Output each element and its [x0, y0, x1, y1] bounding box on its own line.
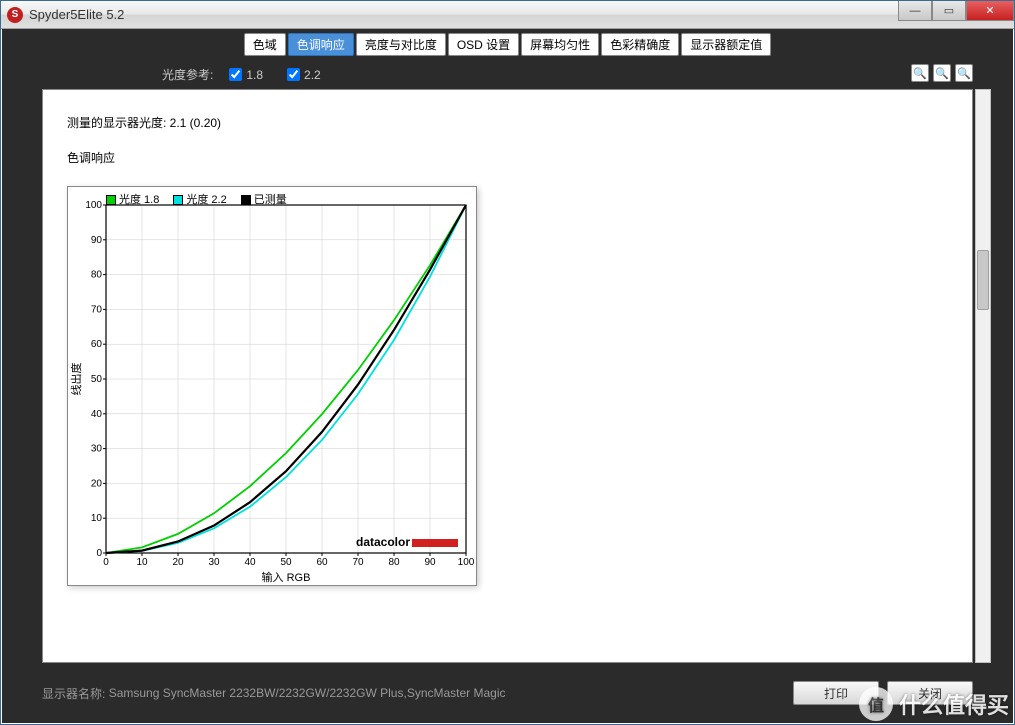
monitor-label: 显示器名称:	[42, 685, 105, 702]
tab-row: 色域色调响应亮度与对比度OSD 设置屏幕均匀性色彩精确度显示器额定值	[2, 29, 1013, 62]
svg-text:50: 50	[91, 374, 103, 385]
chart-panel: 测量的显示器光度: 2.1 (0.20) 色调响应 光度 1.8 光度 2.2 …	[42, 89, 973, 663]
svg-text:50: 50	[280, 557, 292, 568]
chart-legend: 光度 1.8 光度 2.2 已测量	[106, 191, 287, 207]
gamma-ref-label: 光度参考:	[162, 66, 213, 83]
svg-text:10: 10	[91, 513, 103, 524]
legend-measured: 已测量	[254, 194, 287, 206]
legend-g18: 光度 1.8	[119, 194, 159, 206]
watermark-text: 什么值得买	[899, 688, 1009, 720]
tab-0[interactable]: 色域	[244, 33, 286, 56]
svg-text:100: 100	[458, 557, 475, 568]
tab-1[interactable]: 色调响应	[288, 33, 354, 56]
svg-text:40: 40	[91, 409, 103, 420]
svg-text:30: 30	[208, 557, 220, 568]
tab-6[interactable]: 显示器额定值	[681, 33, 771, 56]
minimize-button[interactable]: —	[898, 1, 932, 21]
gamma-controls: 光度参考: 1.8 2.2 🔍 🔍 🔍	[2, 62, 1013, 91]
gamma-18-label: 1.8	[246, 68, 263, 82]
zoom-out-icon[interactable]: 🔍	[933, 64, 951, 82]
watermark: 值 什么值得买	[859, 687, 1009, 721]
legend-swatch-black	[241, 195, 251, 205]
svg-text:90: 90	[424, 557, 436, 568]
monitor-name: Samsung SyncMaster 2232BW/2232GW/2232GW …	[109, 686, 506, 700]
close-button[interactable]: ✕	[966, 1, 1014, 21]
scrollbar-thumb[interactable]	[977, 250, 989, 310]
vertical-scrollbar[interactable]	[975, 89, 991, 663]
svg-text:20: 20	[91, 478, 103, 489]
svg-text:输入 RGB: 输入 RGB	[262, 570, 311, 584]
svg-text:70: 70	[352, 557, 364, 568]
titlebar[interactable]: S Spyder5Elite 5.2 — ▭ ✕	[1, 1, 1014, 29]
maximize-button[interactable]: ▭	[932, 1, 966, 21]
svg-text:20: 20	[172, 557, 184, 568]
tab-3[interactable]: OSD 设置	[448, 33, 519, 56]
watermark-icon: 值	[859, 687, 893, 721]
tab-2[interactable]: 亮度与对比度	[356, 33, 446, 56]
svg-text:70: 70	[91, 304, 103, 315]
legend-g22: 光度 2.2	[186, 194, 226, 206]
content-area: 色域色调响应亮度与对比度OSD 设置屏幕均匀性色彩精确度显示器额定值 光度参考:…	[2, 29, 1013, 723]
zoom-fit-icon[interactable]: 🔍	[955, 64, 973, 82]
datacolor-brand: datacolor	[356, 535, 458, 549]
svg-text:60: 60	[91, 339, 103, 350]
legend-swatch-cyan	[173, 195, 183, 205]
svg-text:80: 80	[91, 270, 103, 281]
svg-text:0: 0	[96, 548, 102, 559]
svg-text:40: 40	[244, 557, 256, 568]
window-title: Spyder5Elite 5.2	[29, 7, 124, 22]
svg-text:线出度: 线出度	[69, 363, 83, 396]
svg-text:100: 100	[85, 200, 102, 211]
tone-response-chart: 0 10 20 30 40 50 60 70 80 90 100 0 10 20 30 40 50 60 70 80 9…	[68, 187, 478, 587]
svg-text:90: 90	[91, 235, 103, 246]
svg-text:0: 0	[103, 557, 109, 568]
chart-container: 光度 1.8 光度 2.2 已测量 0102030405060708090100…	[67, 186, 477, 586]
zoom-in-icon[interactable]: 🔍	[911, 64, 929, 82]
gamma-22-checkbox[interactable]	[287, 68, 300, 81]
tab-4[interactable]: 屏幕均匀性	[521, 33, 599, 56]
svg-text:10: 10	[136, 557, 148, 568]
chart-subtitle: 色调响应	[67, 149, 948, 166]
app-icon: S	[7, 7, 23, 23]
gamma-18-checkbox[interactable]	[229, 68, 242, 81]
footer-row: 显示器名称: Samsung SyncMaster 2232BW/2232GW/…	[42, 681, 973, 705]
window-frame: S Spyder5Elite 5.2 — ▭ ✕ 色域色调响应亮度与对比度OSD…	[0, 0, 1015, 725]
svg-text:60: 60	[316, 557, 328, 568]
svg-text:30: 30	[91, 444, 103, 455]
measured-gamma-text: 测量的显示器光度: 2.1 (0.20)	[67, 114, 948, 131]
gamma-22-label: 2.2	[304, 68, 321, 82]
tab-5[interactable]: 色彩精确度	[601, 33, 679, 56]
svg-text:80: 80	[388, 557, 400, 568]
legend-swatch-green	[106, 195, 116, 205]
